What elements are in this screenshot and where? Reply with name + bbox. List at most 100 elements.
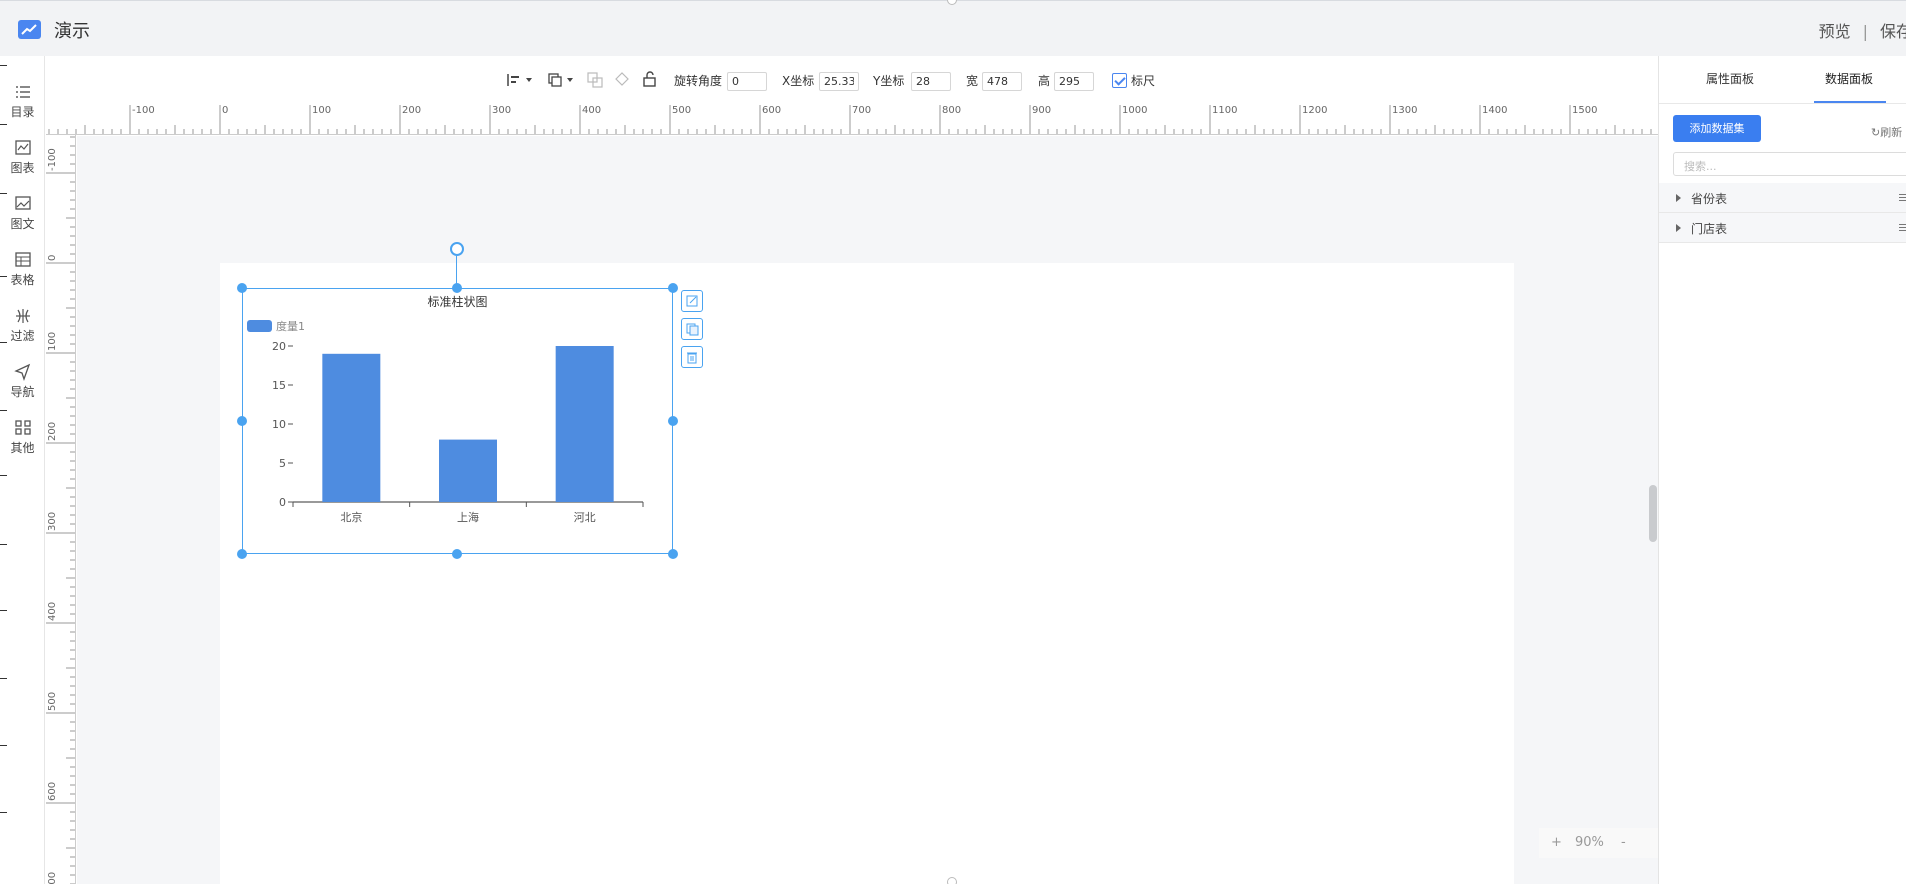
edge-mark [0, 342, 7, 343]
grid-icon [14, 420, 31, 435]
toolbar-item-image-text[interactable]: 图文 [0, 195, 45, 232]
resize-handle-bottom[interactable] [452, 549, 462, 559]
y-coordinate-input[interactable] [911, 72, 951, 91]
right-panel: 属性面板 数据面板 添加数据集 ↻刷新 搜索... 省份表 门店表 [1658, 56, 1906, 884]
edit-button[interactable] [681, 290, 703, 312]
ruler-label: 400 [47, 602, 58, 621]
tab-divider [1659, 103, 1906, 104]
align-left-icon[interactable] [506, 72, 534, 88]
tab-data[interactable]: 数据面板 [1825, 70, 1873, 87]
x-coordinate-label: X坐标 [782, 74, 815, 88]
tab-properties[interactable]: 属性面板 [1706, 70, 1754, 87]
rotation-input[interactable] [727, 72, 767, 91]
rotation-label: 旋转角度 [674, 74, 723, 88]
ruler-label: 200 [402, 105, 421, 116]
navigation-icon [13, 363, 30, 381]
toolbar-item-label: 其他 [10, 441, 35, 455]
y-coordinate-label: Y坐标 [873, 74, 905, 88]
ruler-label: 700 [852, 105, 871, 116]
edge-mark [0, 276, 7, 277]
edge-mark [0, 65, 7, 66]
edit-icon [686, 295, 698, 307]
legend-label[interactable]: 度量1 [276, 318, 305, 334]
ruler-label: 100 [312, 105, 331, 116]
height-input[interactable] [1054, 72, 1094, 91]
ruler-label: 1400 [1482, 105, 1507, 116]
chart-icon [14, 140, 31, 155]
resize-handle-left[interactable] [237, 416, 247, 426]
search-input[interactable]: 搜索... [1673, 152, 1906, 176]
ruler-label: 标尺 [1131, 74, 1156, 88]
ruler-label: -100 [47, 148, 58, 171]
zoom-out-button[interactable]: - [1621, 835, 1626, 850]
edge-mark [0, 124, 7, 125]
delete-button[interactable] [681, 346, 703, 368]
ruler-label: 1300 [1392, 105, 1417, 116]
resize-handle-top-right[interactable] [668, 283, 678, 293]
copy-button[interactable] [681, 318, 703, 340]
add-dataset-button[interactable]: 添加数据集 [1673, 115, 1761, 142]
top-resize-handle[interactable] [947, 0, 957, 5]
app-title: 演示 [54, 21, 90, 42]
ruler-label: 200 [47, 422, 58, 441]
ruler-label: 900 [1032, 105, 1051, 116]
header-actions: 预览 | 保存 [1819, 18, 1906, 42]
layer-icon[interactable] [547, 72, 575, 88]
width-input[interactable] [982, 72, 1022, 91]
table-icon [14, 252, 31, 267]
toolbar-item-catalog[interactable]: 目录 [0, 83, 45, 120]
ruler-checkbox[interactable] [1112, 73, 1127, 88]
zoom-in-button[interactable]: + [1551, 835, 1562, 850]
ruler-label: 500 [47, 692, 58, 711]
save-button[interactable]: 保存 [1880, 22, 1906, 41]
edge-mark [0, 410, 7, 411]
resize-handle-bottom-left[interactable] [237, 549, 247, 559]
caret-right-icon[interactable] [1676, 224, 1681, 232]
toolbar-item-other[interactable]: 其他 [0, 419, 45, 456]
toolbar-item-filter[interactable]: 过滤 [0, 307, 45, 344]
dataset-row[interactable]: 省份表 [1659, 183, 1906, 213]
ruler-label: 1100 [1212, 105, 1237, 116]
ruler-label: 600 [47, 782, 58, 801]
toolbar-item-label: 图文 [10, 217, 35, 231]
zoom-value: 90% [1575, 835, 1604, 850]
bottom-resize-handle[interactable] [947, 877, 957, 884]
menu-icon[interactable] [1899, 224, 1906, 231]
app-window: 演示 预览 | 保存 目录 图表 图文 表格 过滤 导航 其他 旋转角度 0 X… [0, 0, 1906, 884]
image-text-icon [14, 196, 31, 210]
toolbar-item-navigation[interactable]: 导航 [0, 363, 45, 400]
edge-mark [0, 745, 7, 746]
ruler-label: 400 [582, 105, 601, 116]
height-label: 高 [1038, 74, 1051, 88]
preview-button[interactable]: 预览 [1819, 22, 1851, 41]
edge-mark [0, 610, 7, 611]
ruler-label: 100 [47, 332, 58, 351]
chart-selection-frame[interactable] [242, 288, 673, 554]
ruler-label: 0 [47, 255, 58, 261]
menu-icon[interactable] [1899, 194, 1906, 201]
group-icon[interactable] [586, 71, 604, 89]
toolbar-item-chart[interactable]: 图表 [0, 139, 45, 176]
refresh-button[interactable]: ↻刷新 [1871, 124, 1902, 140]
ungroup-icon[interactable] [613, 71, 631, 89]
edge-mark [0, 193, 7, 194]
toolbar-item-table[interactable]: 表格 [0, 251, 45, 288]
line-chart-icon [18, 20, 41, 39]
resize-handle-bottom-right[interactable] [668, 549, 678, 559]
rotate-handle[interactable] [450, 242, 464, 256]
dataset-row[interactable]: 门店表 [1659, 213, 1906, 243]
ruler-label: 300 [47, 512, 58, 531]
toolbar-item-label: 目录 [10, 105, 35, 119]
vertical-scrollbar[interactable] [1649, 485, 1657, 542]
legend-swatch[interactable] [247, 320, 272, 332]
copy-icon [686, 323, 699, 336]
resize-handle-top-left[interactable] [237, 283, 247, 293]
edge-mark [0, 678, 7, 679]
dataset-label: 门店表 [1691, 222, 1728, 236]
ruler-label: 1200 [1302, 105, 1327, 116]
unlock-icon[interactable] [642, 70, 658, 88]
caret-right-icon[interactable] [1676, 194, 1681, 202]
resize-handle-top[interactable] [452, 283, 462, 293]
resize-handle-right[interactable] [668, 416, 678, 426]
x-coordinate-input[interactable] [819, 72, 859, 91]
